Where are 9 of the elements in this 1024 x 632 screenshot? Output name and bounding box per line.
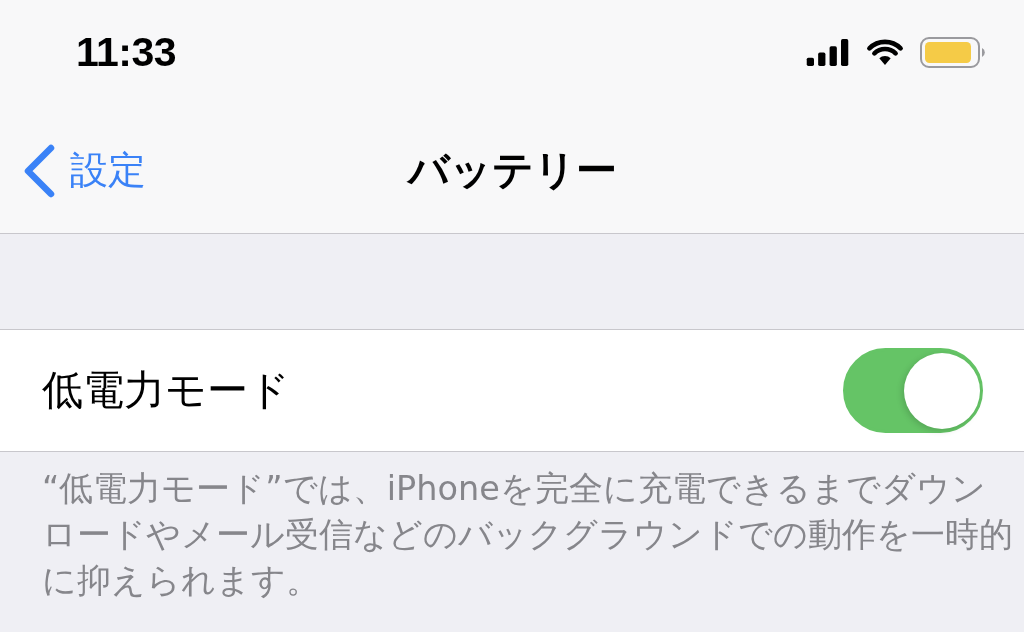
wifi-icon bbox=[866, 39, 904, 66]
footer-note: “低電力モード”では、iPhoneを完全に充電できるまでダウンロードやメール受信などのバックグラウンドでの動作を一時的に抑えられます。 bbox=[42, 468, 1014, 602]
page-title: バッテリー bbox=[407, 146, 617, 196]
back-button[interactable]: 設定 bbox=[0, 144, 146, 198]
status-time: 11:33 bbox=[76, 29, 177, 76]
setting-label: 低電力モード bbox=[42, 365, 290, 416]
chevron-icon bbox=[22, 144, 56, 198]
signal-icon bbox=[805, 39, 850, 66]
battery-icon bbox=[920, 37, 986, 68]
